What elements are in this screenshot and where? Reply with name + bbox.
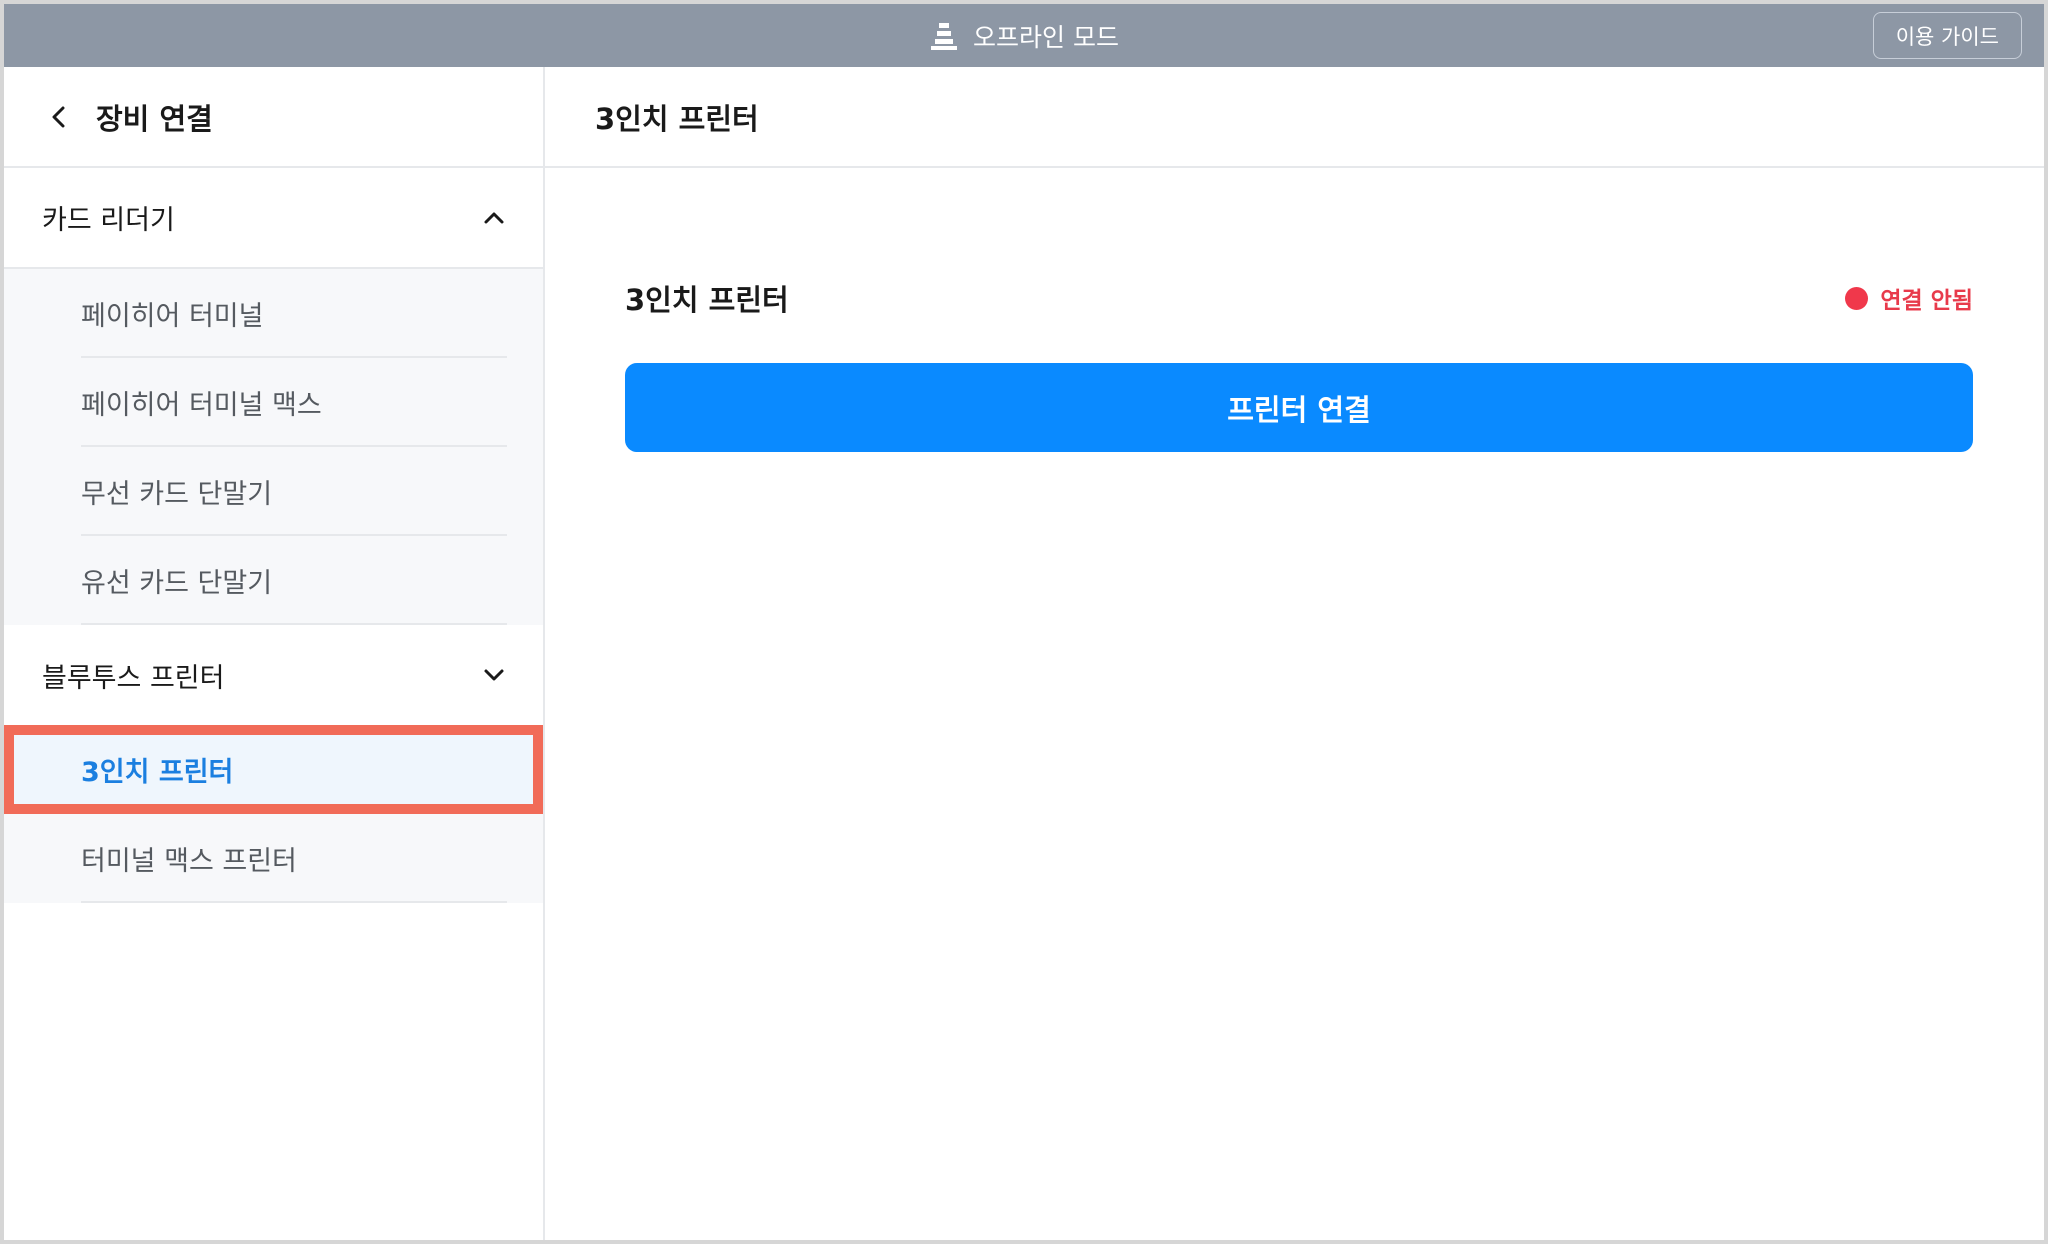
list-item-label: 페이히어 터미널 맥스	[81, 390, 322, 421]
chevron-down-icon	[481, 662, 507, 688]
sidebar-title: 장비 연결	[96, 101, 213, 136]
list-item-label: 유선 카드 단말기	[81, 568, 273, 599]
list-item-label: 3인치 프린터	[81, 757, 234, 788]
chevron-left-icon[interactable]	[44, 102, 74, 132]
list-item-terminal-max-printer[interactable]: 터미널 맥스 프린터	[4, 814, 543, 903]
list-item-label: 무선 카드 단말기	[81, 479, 273, 510]
list-item-payhere-terminal[interactable]: 페이히어 터미널	[4, 269, 543, 358]
list-item-wireless-card-terminal[interactable]: 무선 카드 단말기	[4, 447, 543, 536]
bluetooth-printer-list: 3인치 프린터 터미널 맥스 프린터	[4, 725, 543, 903]
device-name: 3인치 프린터	[625, 283, 789, 317]
list-item-label: 터미널 맥스 프린터	[81, 846, 297, 877]
group-label: 블루투스 프린터	[42, 662, 225, 694]
user-guide-button[interactable]: 이용 가이드	[1872, 12, 2022, 59]
status-dot-icon	[1845, 286, 1869, 310]
status-label: 연결 안됨	[1880, 288, 1973, 314]
connection-status: 연결 안됨	[1845, 281, 1973, 315]
group-header-card-reader[interactable]: 카드 리더기	[4, 168, 543, 269]
main-panel: 3인치 프린터 3인치 프린터 연결 안됨 프린터 연결	[545, 67, 2044, 1240]
list-item-wired-card-terminal[interactable]: 유선 카드 단말기	[4, 536, 543, 625]
group-header-bluetooth-printer[interactable]: 블루투스 프린터	[4, 625, 543, 725]
list-item-label: 페이히어 터미널	[81, 301, 264, 332]
chevron-up-icon	[481, 205, 507, 231]
offline-mode-indicator: 오프라인 모드	[929, 18, 1119, 54]
list-item-payhere-terminal-max[interactable]: 페이히어 터미널 맥스	[4, 358, 543, 447]
sidebar-header: 장비 연결	[4, 67, 543, 168]
list-item-3inch-printer[interactable]: 3인치 프린터	[4, 725, 543, 814]
offline-mode-label: 오프라인 모드	[973, 22, 1119, 52]
group-label: 카드 리더기	[42, 205, 175, 236]
card-reader-list: 페이히어 터미널 페이히어 터미널 맥스 무선 카드 단말기 유선 카드 단말기	[4, 269, 543, 625]
app-window: 오프라인 모드 이용 가이드 장비 연결 카드 리더기 페이히어 터미널 페이히…	[0, 0, 2048, 1244]
traffic-cone-icon	[929, 21, 959, 51]
connect-printer-button[interactable]: 프린터 연결	[625, 363, 1973, 452]
device-row: 3인치 프린터 연결 안됨	[625, 277, 1973, 319]
page-title: 3인치 프린터	[545, 67, 2044, 168]
sidebar: 장비 연결 카드 리더기 페이히어 터미널 페이히어 터미널 맥스 무선 카드 …	[4, 67, 545, 1240]
top-bar: 오프라인 모드 이용 가이드	[4, 4, 2044, 67]
